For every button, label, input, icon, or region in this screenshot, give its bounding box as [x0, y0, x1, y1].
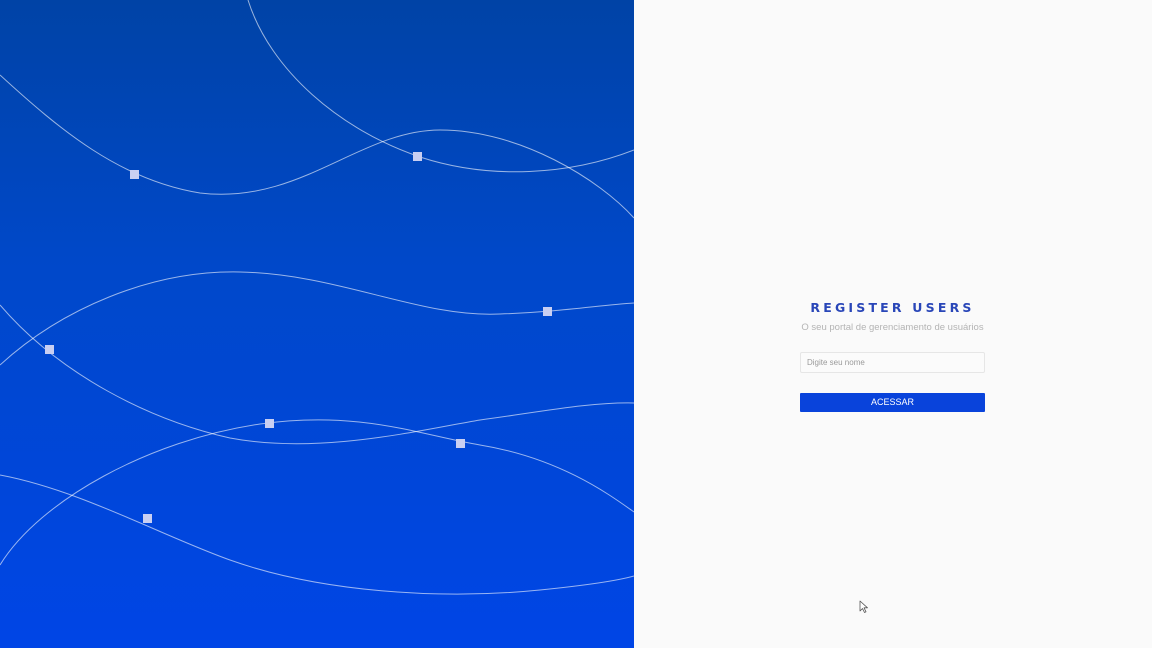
- name-input[interactable]: [800, 352, 985, 373]
- app-title: REGISTER USERS: [810, 300, 975, 315]
- mouse-pointer-icon: [859, 600, 868, 613]
- login-panel: REGISTER USERS O seu portal de gerenciam…: [634, 0, 1152, 648]
- wave-node: [265, 419, 274, 428]
- wave-line: [0, 304, 634, 445]
- wave-node: [45, 345, 54, 354]
- wave-line: [0, 474, 634, 595]
- wave-lines-decoration: [0, 0, 634, 595]
- wave-line: [0, 419, 634, 566]
- wave-node: [543, 307, 552, 316]
- decorative-background-panel: [0, 0, 634, 648]
- submit-button[interactable]: ACESSAR: [800, 393, 985, 412]
- app-subtitle: O seu portal de gerenciamento de usuário…: [801, 322, 984, 333]
- wave-node: [130, 170, 139, 179]
- wave-line: [0, 74, 634, 219]
- wave-node: [456, 439, 465, 448]
- wave-node: [143, 514, 152, 523]
- wave-line: [247, 0, 634, 173]
- wave-line: [0, 271, 634, 366]
- login-page: REGISTER USERS O seu portal de gerenciam…: [0, 0, 1152, 648]
- login-form: REGISTER USERS O seu portal de gerenciam…: [800, 300, 985, 412]
- wave-node: [413, 152, 422, 161]
